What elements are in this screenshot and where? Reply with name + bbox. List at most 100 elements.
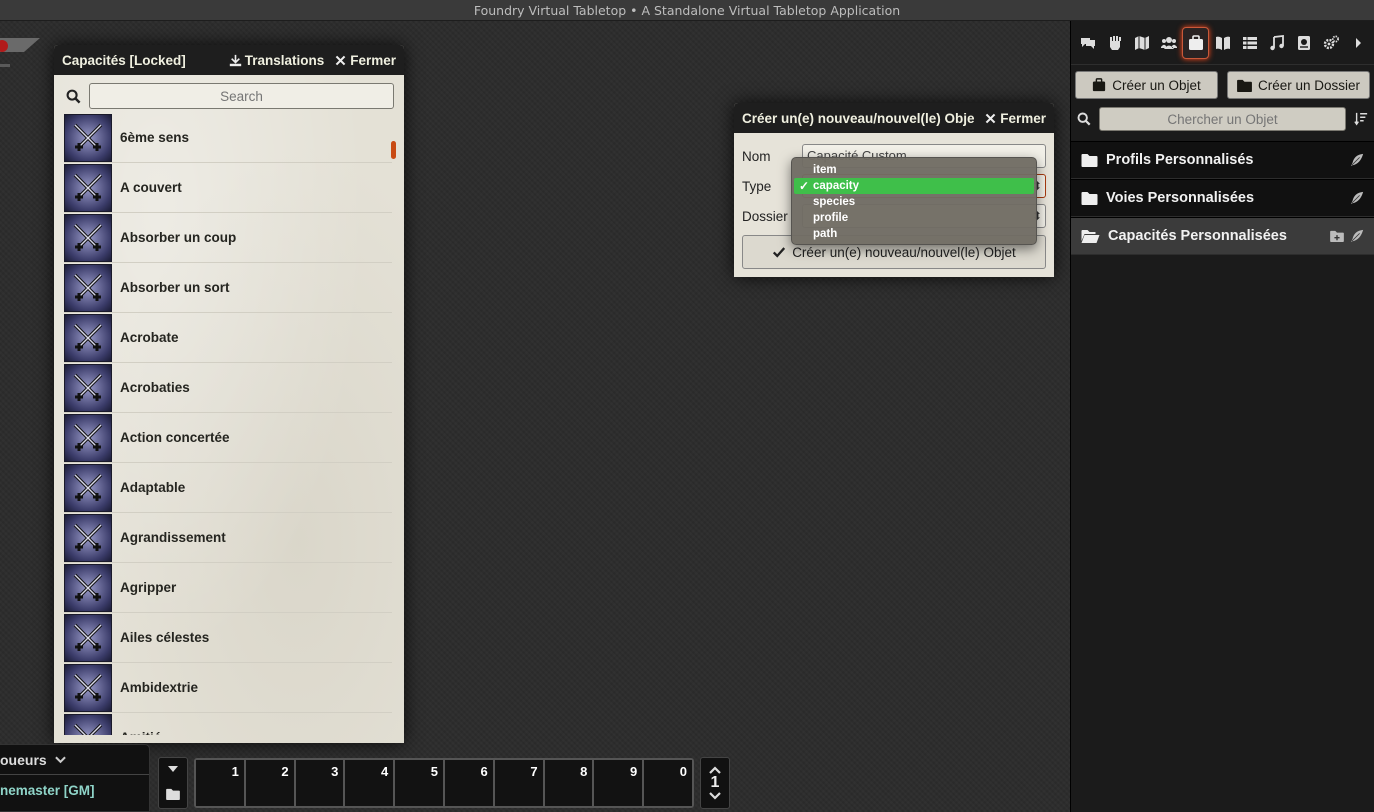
compendium-header[interactable]: Capacités [Locked] Translations Fermer (54, 45, 404, 75)
chevron-up-icon[interactable] (709, 766, 721, 774)
folder-actions (1350, 191, 1364, 205)
player-row: nemaster [GM] (0, 775, 149, 805)
chevron-down-icon[interactable] (709, 792, 721, 800)
compendium-entry[interactable]: Absorber un coup (64, 213, 392, 263)
compendium-entry[interactable]: Agrandissement (64, 513, 392, 563)
players-title: oueurs (0, 751, 47, 768)
map-icon (1134, 35, 1149, 50)
folder-icon[interactable] (166, 788, 180, 800)
checkmark-icon: ✓ (799, 179, 810, 193)
type-option-capacity[interactable]: ✓ capacity (794, 178, 1034, 194)
sidebar-folder[interactable]: Capacités Personnalisées (1071, 217, 1374, 255)
option-label: item (813, 164, 837, 176)
compendium-scrollbar-thumb[interactable] (391, 141, 396, 159)
hotbar-slot[interactable]: 4 (344, 759, 395, 807)
entry-name: Absorber un coup (120, 230, 237, 245)
feather-icon[interactable] (1350, 229, 1364, 243)
sidebar-tab-actors[interactable] (1155, 27, 1182, 59)
type-option-species[interactable]: species (792, 194, 1036, 210)
sidebar-folder[interactable]: Profils Personnalisés (1071, 141, 1374, 179)
search-icon (62, 89, 84, 104)
compendium-title: Capacités [Locked] (62, 52, 186, 68)
crossed-swords-icon (73, 173, 103, 201)
sidebar-tab-chat[interactable] (1074, 27, 1101, 59)
sort-icon[interactable] (1354, 112, 1368, 126)
hotbar-slot[interactable]: 6 (443, 759, 494, 807)
sidebar-folder[interactable]: Voies Personnalisées (1071, 179, 1374, 217)
type-option-profile[interactable]: profile (792, 210, 1036, 226)
slot-number: 2 (281, 764, 289, 779)
compendium-entry[interactable]: Acrobate (64, 313, 392, 363)
hotbar-slot[interactable]: 3 (294, 759, 345, 807)
entry-thumbnail (64, 663, 112, 712)
hotbar-slot[interactable]: 5 (394, 759, 444, 807)
compendium-entry[interactable]: Amitié (64, 713, 392, 735)
sidebar-tab-settings-gears[interactable] (1317, 27, 1344, 59)
entry-name: Action concertée (120, 430, 230, 445)
hotbar-slot[interactable]: 2 (244, 759, 295, 807)
create-item-button[interactable]: Créer un Objet (1075, 71, 1218, 99)
sidebar: Créer un Objet Créer un Dossier Profils … (1070, 21, 1374, 812)
folder-open-icon (1081, 230, 1100, 243)
hotbar-page-number: 1 (710, 774, 720, 791)
hotbar: 1 2 3 4 5 6 7 8 9 0 (194, 758, 694, 808)
sidebar-tab-map[interactable] (1128, 27, 1155, 59)
slot-number: 9 (629, 764, 638, 779)
dialog-header[interactable]: Créer un(e) nouveau/nouvel(le) Objet Fer… (734, 103, 1054, 133)
option-label: species (813, 196, 856, 208)
sidebar-tab-playlist-music[interactable] (1263, 27, 1290, 59)
slot-number: 1 (231, 764, 239, 779)
type-option-item[interactable]: item (792, 162, 1036, 178)
entry-thumbnail (64, 113, 112, 162)
compendium-entry[interactable]: Ambidextrie (64, 663, 392, 713)
compendium-search-input[interactable] (89, 83, 394, 109)
compendium-entry[interactable]: Ailes célestes (64, 613, 392, 663)
sidebar-tab-combat-fist[interactable] (1101, 27, 1128, 59)
compendium-atlas-icon (1297, 35, 1310, 50)
entry-thumbnail (64, 263, 112, 312)
hotbar-slot[interactable]: 1 (195, 759, 245, 807)
hotbar-slot[interactable]: 7 (493, 759, 544, 807)
compendium-entry[interactable]: A couvert (64, 163, 392, 213)
sidebar-tab-compendium-atlas[interactable] (1290, 27, 1317, 59)
feather-icon[interactable] (1350, 191, 1364, 205)
entry-name: Amitié (120, 730, 161, 735)
sidebar-tab-items-suitcase[interactable] (1182, 26, 1209, 59)
compendium-window: Capacités [Locked] Translations Fermer 6… (54, 45, 404, 743)
sidebar-tab-tables-list[interactable] (1236, 27, 1263, 59)
sidebar-search-input[interactable] (1099, 107, 1346, 131)
entry-thumbnail (64, 163, 112, 212)
sidebar-tab-collapse-caret[interactable] (1344, 27, 1371, 59)
entry-name: Acrobate (120, 330, 179, 345)
hotbar-slot[interactable]: 8 (543, 759, 594, 807)
dialog-close-button[interactable]: Fermer (984, 111, 1046, 126)
compendium-entry[interactable]: Adaptable (64, 463, 392, 513)
close-label: Fermer (350, 52, 396, 68)
compendium-entry[interactable]: Action concertée (64, 413, 392, 463)
caret-down-icon[interactable] (168, 766, 178, 772)
folder-actions (1350, 153, 1364, 167)
feather-icon[interactable] (1350, 153, 1364, 167)
compendium-entry[interactable]: Absorber un sort (64, 263, 392, 313)
sidebar-tab-journal-book[interactable] (1209, 27, 1236, 59)
compendium-entry[interactable]: 6ème sens (64, 113, 392, 163)
translations-button[interactable]: Translations (229, 53, 324, 68)
compendium-close-button[interactable]: Fermer (334, 53, 396, 68)
folder-plus-icon[interactable] (1330, 230, 1344, 242)
foundry-logo-fragment[interactable] (0, 34, 40, 78)
compendium-entry[interactable]: Acrobaties (64, 363, 392, 413)
slot-number: 5 (430, 764, 438, 779)
slot-number: 8 (580, 764, 588, 779)
entry-thumbnail (64, 613, 112, 662)
type-option-path[interactable]: path (792, 226, 1036, 242)
option-label: capacity (813, 180, 860, 192)
settings-gears-icon (1323, 35, 1339, 49)
players-header[interactable]: oueurs (0, 745, 149, 775)
create-folder-button[interactable]: Créer un Dossier (1227, 71, 1370, 99)
hotbar-slot[interactable]: 0 (643, 759, 693, 807)
folder-name: Capacités Personnalisées (1108, 228, 1287, 244)
chat-icon (1080, 37, 1095, 49)
actors-icon (1160, 36, 1177, 49)
hotbar-slot[interactable]: 9 (593, 759, 644, 807)
compendium-entry[interactable]: Agripper (64, 563, 392, 613)
